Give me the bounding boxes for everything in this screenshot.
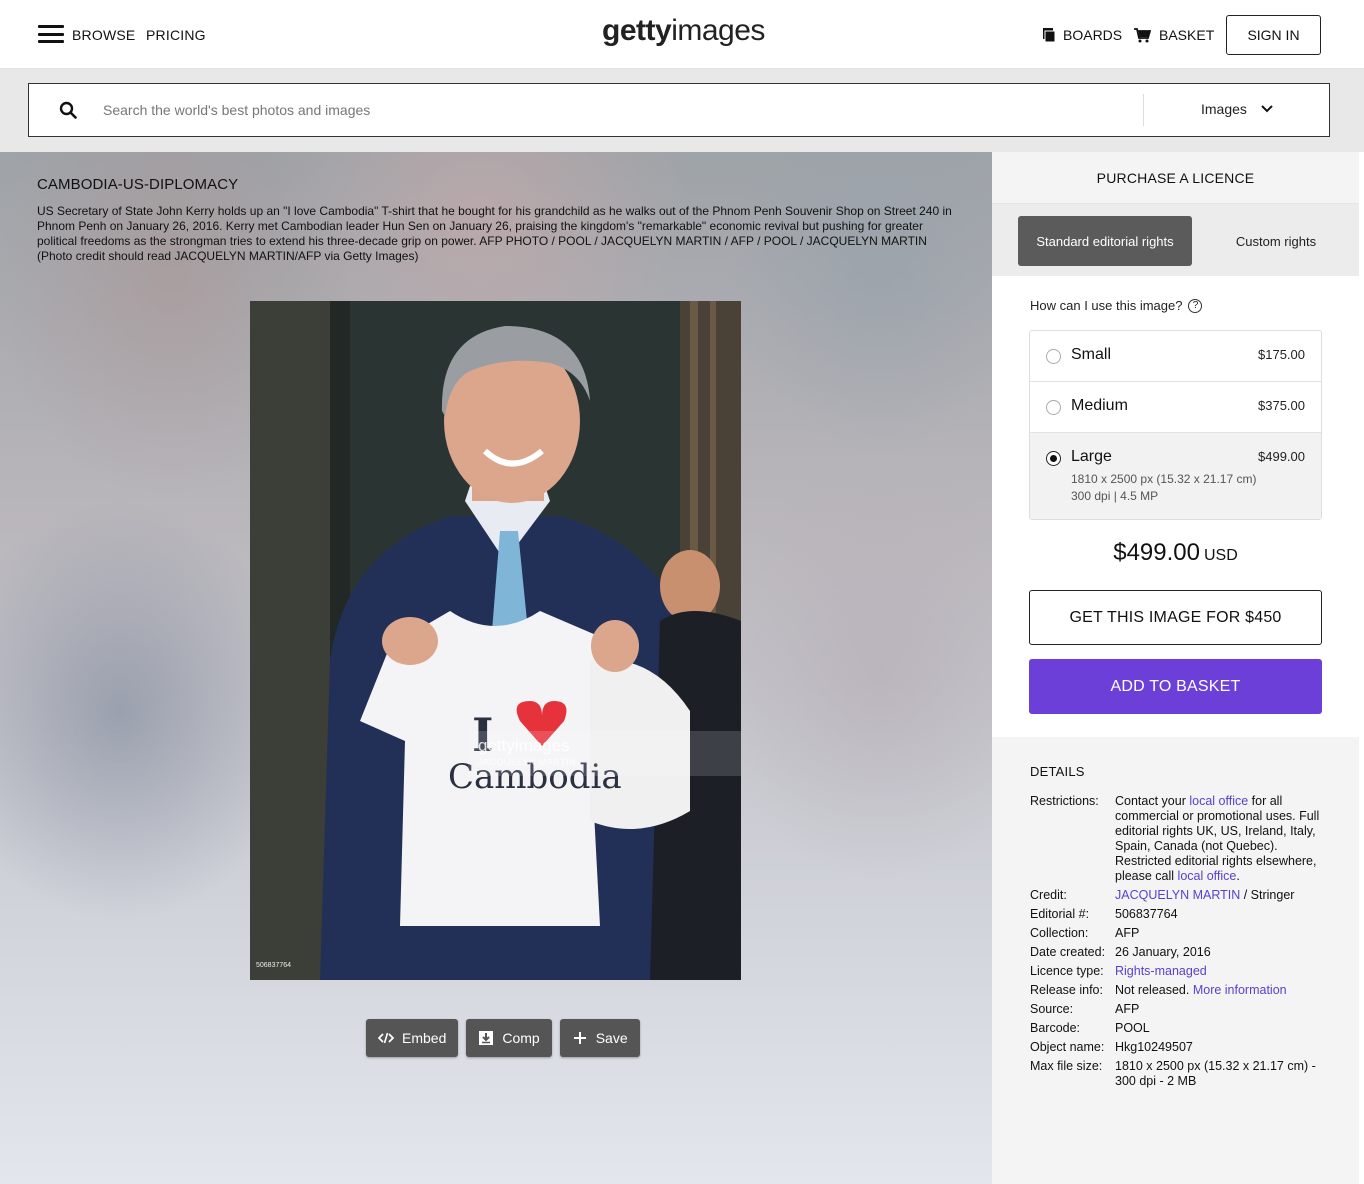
detail-source: Source: AFP [1030, 1002, 1140, 1016]
licence-type-link[interactable]: Rights-managed [1115, 964, 1325, 979]
size-price: $375.00 [1258, 398, 1305, 413]
detail-date-created: Date created: 26 January, 2016 [1030, 945, 1211, 959]
image-title: CAMBODIA-US-DIPLOMACY [37, 176, 239, 193]
radio-small[interactable] [1046, 349, 1061, 364]
purchase-heading: PURCHASE A LICENCE [992, 152, 1359, 204]
comp-label: Comp [502, 1030, 540, 1046]
detail-max-file-size: Max file size: 1810 x 2500 px (15.32 x 2… [1030, 1059, 1316, 1088]
detail-release-info: Release info: Not released. More informa… [1030, 983, 1287, 997]
download-icon [479, 1031, 494, 1045]
size-name: Medium [1071, 397, 1128, 414]
tab-standard-editorial-rights[interactable]: Standard editorial rights [1018, 216, 1192, 266]
usage-question[interactable]: How can I use this image? ? [1030, 298, 1203, 313]
embed-label: Embed [402, 1030, 447, 1046]
size-price: $499.00 [1258, 449, 1305, 464]
radio-medium[interactable] [1046, 400, 1061, 415]
details-heading: DETAILS [1030, 764, 1085, 779]
search-input[interactable] [103, 84, 1133, 136]
size-option-medium[interactable]: Medium $375.00 [1030, 382, 1321, 433]
local-office-link-2[interactable]: local office [1178, 869, 1237, 883]
watermark-logo: gettyimages [478, 736, 570, 755]
rights-tabs: Standard editorial rights Custom rights [992, 204, 1359, 276]
main-photo[interactable]: I Cambodia gettyimages JACQUELYN MARTIN … [250, 301, 741, 980]
total-amount: $499.00 [1113, 539, 1200, 566]
search-type-label: Images [1201, 101, 1247, 117]
get-image-button[interactable]: GET THIS IMAGE FOR $450 [1029, 590, 1322, 645]
tab-custom-rights[interactable]: Custom rights [1212, 216, 1340, 266]
detail-licence-type: Licence type: Rights-managed [1030, 964, 1325, 979]
code-icon [378, 1032, 394, 1044]
photo-illustration: I Cambodia [250, 301, 741, 980]
search-bar: Images [28, 83, 1330, 137]
help-icon[interactable]: ? [1188, 298, 1203, 313]
detail-restrictions: Restrictions: Contact your local office … [1030, 794, 1320, 883]
detail-editorial-number: Editorial #: 506837764 [1030, 907, 1178, 921]
cart-icon [1134, 27, 1151, 42]
pricing-link[interactable]: PRICING [146, 27, 206, 43]
browse-link[interactable]: BROWSE [72, 27, 135, 43]
radio-large[interactable] [1046, 451, 1061, 466]
usage-question-label: How can I use this image? [1030, 298, 1183, 313]
getty-logo[interactable]: gettyimages [602, 14, 765, 48]
boards-icon [1043, 28, 1055, 42]
search-icon[interactable] [59, 101, 77, 119]
add-to-basket-button[interactable]: ADD TO BASKET [1029, 659, 1322, 714]
purchase-panel: PURCHASE A LICENCE Standard editorial ri… [992, 152, 1364, 1184]
size-name: Large [1071, 448, 1112, 465]
size-name: Small [1071, 346, 1112, 363]
save-button[interactable]: Save [559, 1019, 640, 1057]
search-divider [1143, 94, 1144, 126]
detail-collection: Collection: AFP [1030, 926, 1140, 940]
image-actions: Embed Comp Save [366, 1019, 640, 1057]
size-option-large[interactable]: Large $499.00 1810 x 2500 px (15.32 x 21… [1030, 433, 1321, 519]
photographer-link[interactable]: JACQUELYN MARTIN [1115, 888, 1240, 902]
photo-id: 506837764 [256, 962, 292, 969]
size-price: $175.00 [1258, 347, 1305, 362]
image-caption: US Secretary of State John Kerry holds u… [37, 204, 952, 263]
size-resolution: 300 dpi | 4.5 MP [1071, 489, 1159, 503]
detail-object-name: Object name: Hkg10249507 [1030, 1040, 1193, 1054]
comp-button[interactable]: Comp [466, 1019, 552, 1057]
basket-label: BASKET [1159, 27, 1215, 43]
details-list: Restrictions: Contact your local office … [1030, 794, 1325, 1093]
image-panel: CAMBODIA-US-DIPLOMACY US Secretary of St… [0, 152, 992, 1184]
total-price: $499.00 USD [992, 539, 1359, 567]
top-header: BROWSE PRICING gettyimages BOARDS BASKET… [0, 0, 1364, 69]
local-office-link[interactable]: local office [1189, 794, 1248, 808]
menu-icon[interactable] [38, 25, 64, 43]
size-option-small[interactable]: Small $175.00 [1030, 331, 1321, 382]
embed-button[interactable]: Embed [366, 1019, 459, 1057]
plus-icon [573, 1032, 586, 1044]
boards-link[interactable]: BOARDS [1042, 27, 1122, 43]
detail-barcode: Barcode: POOL [1030, 1021, 1150, 1035]
more-information-link[interactable]: More information [1193, 983, 1287, 997]
size-options: Small $175.00 Medium $375.00 Large $499.… [1029, 330, 1322, 520]
detail-credit: Credit: JACQUELYN MARTIN / Stringer [1030, 888, 1295, 902]
search-type-dropdown[interactable]: Images [1201, 101, 1273, 117]
basket-link[interactable]: BASKET [1134, 27, 1214, 43]
size-dimensions: 1810 x 2500 px (15.32 x 21.17 cm) [1071, 472, 1257, 486]
search-area: Images [0, 69, 1364, 152]
watermark-credit: JACQUELYN MARTIN [478, 757, 577, 767]
chevron-down-icon [1261, 105, 1273, 113]
sign-in-button[interactable]: SIGN IN [1226, 15, 1321, 55]
total-currency: USD [1203, 547, 1238, 564]
save-label: Save [595, 1030, 628, 1046]
boards-label: BOARDS [1063, 27, 1123, 43]
